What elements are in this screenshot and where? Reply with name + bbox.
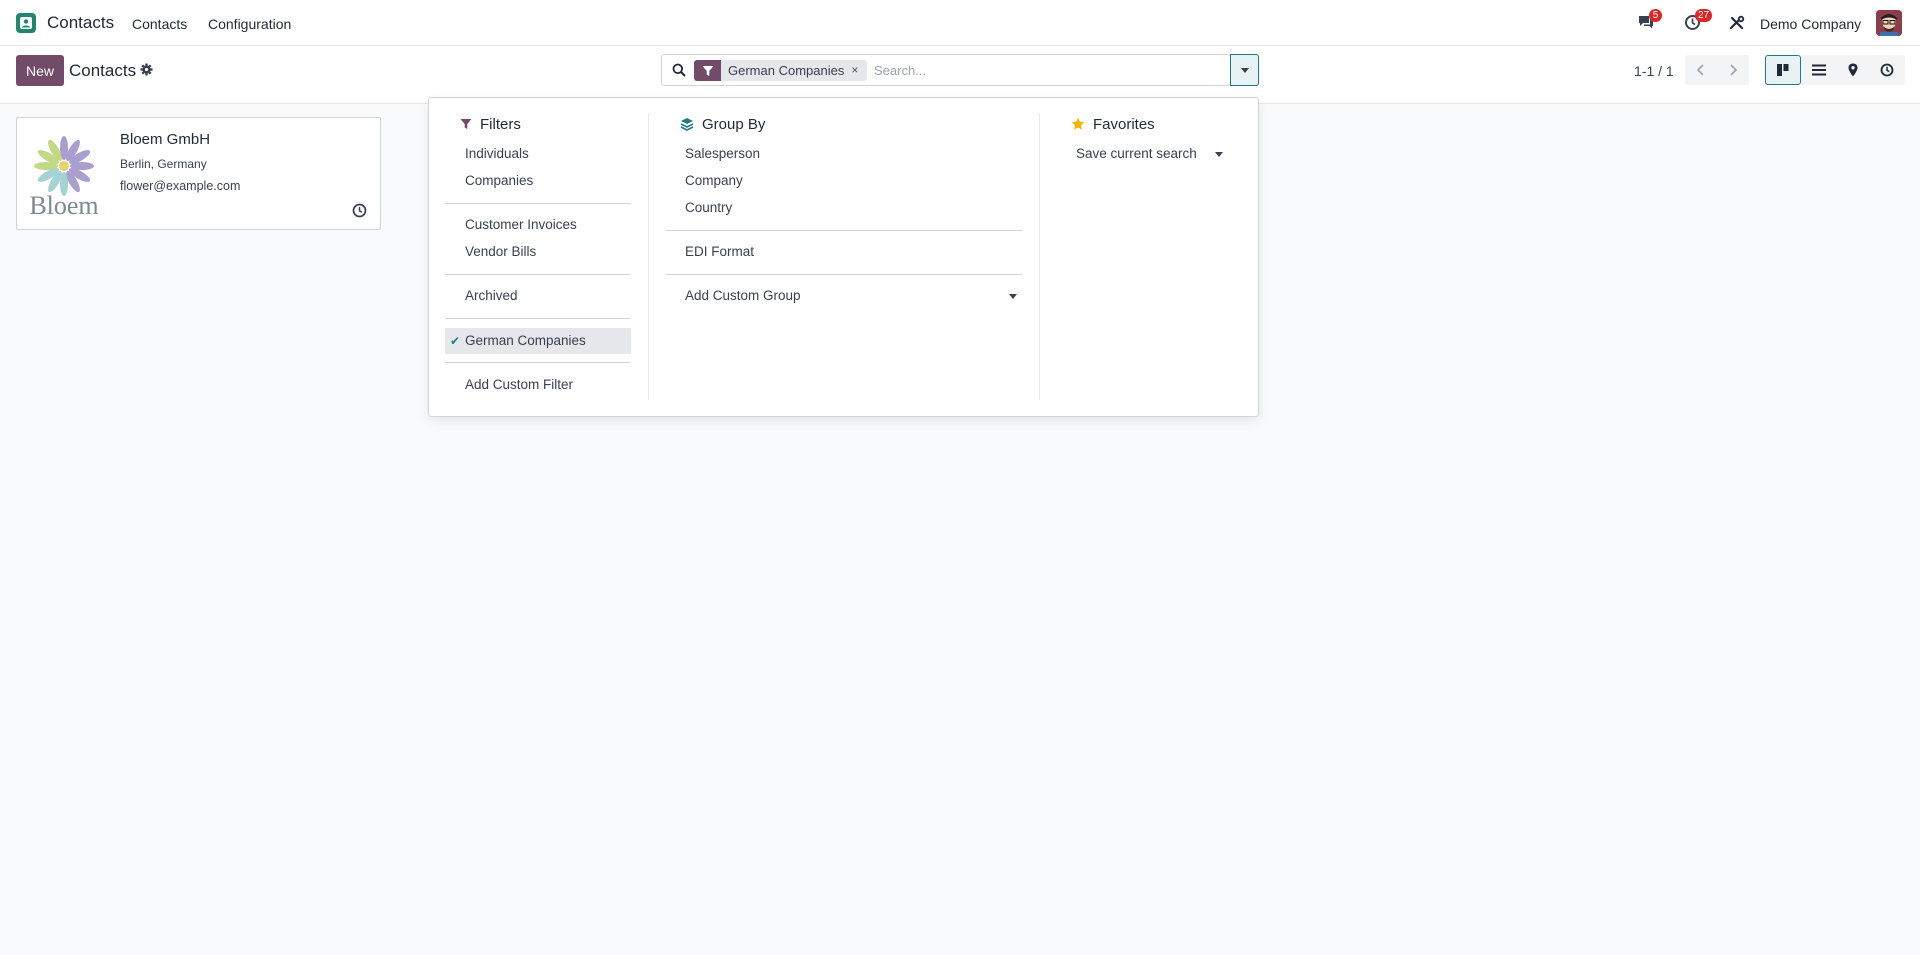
company-logo: Bloem — [23, 130, 105, 220]
gear-icon[interactable] — [140, 63, 153, 79]
group-by-country[interactable]: Country — [665, 195, 1023, 221]
tools-icon[interactable] — [1729, 15, 1745, 34]
kanban-record-card[interactable]: Bloem Bloem GmbH Berlin, Germany flower@… — [16, 117, 381, 230]
layers-icon — [680, 118, 694, 131]
favorites-header: Favorites — [1071, 113, 1155, 135]
filters-header: Filters — [460, 113, 521, 135]
filter-customer-invoices[interactable]: Customer Invoices — [445, 212, 631, 238]
record-email: flower@example.com — [120, 179, 241, 193]
activities-badge: 27 — [1695, 9, 1713, 22]
filter-icon — [460, 119, 472, 129]
messages-badge: 5 — [1649, 9, 1662, 22]
search-facet: German Companies × — [694, 60, 868, 81]
divider — [445, 318, 631, 319]
pager-next-button[interactable] — [1717, 55, 1749, 85]
filter-vendor-bills[interactable]: Vendor Bills — [445, 239, 631, 265]
list-view-button[interactable] — [1801, 55, 1837, 85]
filters-column: Filters Individuals Companies Customer I… — [429, 113, 649, 400]
filter-archived[interactable]: Archived — [445, 283, 631, 309]
app-name[interactable]: Contacts — [47, 13, 114, 33]
kanban-view-button[interactable] — [1765, 55, 1801, 85]
group-by-title: Group By — [702, 115, 766, 133]
facet-remove-button[interactable]: × — [851, 60, 868, 81]
divider — [445, 203, 631, 204]
search-bar: German Companies × — [661, 54, 1231, 86]
chevron-left-icon — [1696, 64, 1704, 76]
group-by-header: Group By — [680, 113, 765, 135]
divider — [665, 274, 1023, 275]
favorites-column: Favorites Save current search — [1040, 113, 1260, 400]
map-view-button[interactable] — [1837, 55, 1869, 85]
menu-contacts[interactable]: Contacts — [132, 16, 187, 32]
group-by-salesperson[interactable]: Salesperson — [665, 141, 1023, 167]
favorites-title: Favorites — [1093, 115, 1155, 133]
new-button[interactable]: New — [16, 55, 64, 86]
group-by-edi-format[interactable]: EDI Format — [665, 239, 1023, 265]
filter-icon — [694, 60, 721, 81]
search-input[interactable] — [874, 60, 1194, 81]
app-logo-icon[interactable] — [16, 13, 36, 33]
divider — [445, 362, 631, 363]
caret-down-icon — [1240, 67, 1249, 73]
check-icon: ✔ — [450, 334, 461, 348]
group-by-company[interactable]: Company — [665, 168, 1023, 194]
group-by-column: Group By Salesperson Company Country EDI… — [649, 113, 1040, 400]
clock-icon[interactable]: 27 — [1684, 9, 1713, 34]
menu-configuration[interactable]: Configuration — [208, 16, 291, 32]
star-icon — [1071, 117, 1085, 130]
page-title[interactable]: Contacts — [69, 61, 136, 81]
record-name: Bloem GmbH — [120, 131, 211, 148]
save-current-search-label: Save current search — [1076, 146, 1197, 161]
activity-clock-icon[interactable] — [352, 203, 367, 221]
add-custom-group-select[interactable]: Add Custom Group — [665, 283, 1023, 309]
kanban-view-icon — [1777, 64, 1789, 76]
activity-view-icon — [1880, 63, 1894, 77]
filters-title: Filters — [480, 115, 521, 133]
list-view-icon — [1812, 64, 1826, 76]
search-icon[interactable] — [672, 63, 686, 80]
divider — [665, 230, 1023, 231]
chat-icon[interactable]: 5 — [1637, 9, 1662, 34]
facet-value: German Companies — [721, 60, 852, 81]
search-options-dropdown: Filters Individuals Companies Customer I… — [428, 97, 1259, 417]
save-current-search[interactable]: Save current search — [1056, 141, 1228, 167]
map-view-icon — [1848, 63, 1858, 77]
chevron-right-icon — [1730, 64, 1738, 76]
caret-down-icon — [1009, 294, 1017, 299]
control-panel: New Contacts German Companies × 1-1 / 1 — [0, 46, 1920, 104]
pager-previous-button[interactable] — [1685, 55, 1717, 85]
company-switcher[interactable]: Demo Company — [1760, 16, 1861, 32]
filter-german-companies[interactable]: ✔ German Companies — [445, 328, 631, 354]
add-custom-filter[interactable]: Add Custom Filter — [445, 372, 631, 398]
divider — [445, 274, 631, 275]
search-options-toggle[interactable] — [1230, 54, 1259, 86]
add-custom-group-label: Add Custom Group — [685, 288, 801, 303]
record-location: Berlin, Germany — [120, 157, 207, 171]
user-avatar[interactable] — [1876, 10, 1902, 36]
top-navbar: Contacts Contacts Configuration 5 27 Dem… — [0, 0, 1920, 46]
activity-view-button[interactable] — [1869, 55, 1905, 85]
logo-wordmark: Bloem — [29, 191, 98, 220]
caret-down-icon — [1215, 152, 1223, 157]
filter-german-companies-label: German Companies — [465, 333, 586, 348]
filter-companies[interactable]: Companies — [445, 168, 631, 194]
filter-individuals[interactable]: Individuals — [445, 141, 631, 167]
pager-value[interactable]: 1-1 / 1 — [1634, 63, 1674, 79]
